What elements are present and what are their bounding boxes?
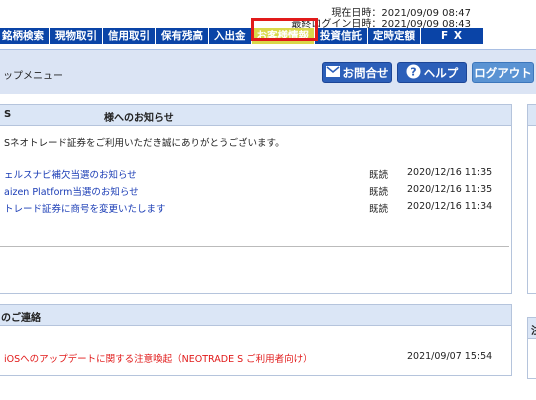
logout-button[interactable]: ログアウト (472, 62, 534, 83)
svg-text:?: ? (410, 65, 416, 78)
nav-margin-trading[interactable]: 信用取引 (103, 28, 156, 44)
nav-deposit-withdraw[interactable]: 入出金 (209, 28, 252, 44)
right-side-panel-lower: 注 (527, 317, 536, 379)
urgent-notices-panel: のご連絡 iOSへのアップデートに関する注意喚起（NEOTRADE S ご利用者… (0, 304, 512, 376)
right-panel-header (528, 105, 536, 126)
notice-link[interactable]: トレード証券に商号を変更いたします (4, 201, 166, 215)
notices-header-left: S (4, 109, 12, 120)
contact-button[interactable]: お問合せ (322, 62, 392, 83)
notice-date: 2020/12/16 11:35 (407, 167, 493, 178)
nav-holdings[interactable]: 保有残高 (156, 28, 209, 44)
notice-row: トレード証券に商号を変更いたします 既読 2020/12/16 11:34 (4, 201, 504, 215)
notice-read-status: 既読 (369, 204, 389, 215)
notice-link[interactable]: aizen Platform当選のお知らせ (4, 184, 139, 198)
urgent-panel-header: のご連絡 (0, 305, 511, 326)
notice-date: 2020/12/16 11:34 (407, 201, 493, 212)
right-side-panel (527, 104, 536, 294)
nav-stock-search[interactable]: 銘柄検索 (0, 28, 50, 44)
contact-label: お問合せ (342, 65, 389, 80)
urgent-header-title: のご連絡 (1, 313, 41, 324)
nav-fixed-amount[interactable]: 定時定額 (368, 28, 421, 44)
help-label: ヘルプ (423, 65, 459, 80)
notices-panel-header: S 様へのお知らせ (0, 105, 511, 126)
nav-cash-trading[interactable]: 現物取引 (50, 28, 103, 44)
notice-read-status: 既読 (369, 187, 389, 198)
page-title: ップメニュー (3, 71, 63, 82)
urgent-date: 2021/09/07 15:54 (407, 351, 493, 362)
notice-row: aizen Platform当選のお知らせ 既読 2020/12/16 11:3… (4, 184, 504, 198)
question-icon: ? (406, 64, 421, 82)
greeting-text: Sネオトレード証券をご利用いただき誠にありがとうございます。 (4, 138, 285, 149)
notice-date: 2020/12/16 11:35 (407, 184, 493, 195)
notice-row: ェルスナビ補欠当選のお知らせ 既読 2020/12/16 11:35 (4, 167, 504, 181)
nav-investment-trust[interactable]: 投資信託 (315, 28, 368, 44)
help-button[interactable]: ? ヘルプ (397, 62, 467, 83)
sub-header-bar: ップメニュー お問合せ ? ヘルプ ログアウト (0, 49, 536, 94)
urgent-link[interactable]: iOSへのアップデートに関する注意喚起（NEOTRADE S ご利用者向け） (4, 351, 313, 365)
right-panel-label: 注 (531, 322, 536, 337)
mail-icon (325, 65, 340, 80)
notices-panel: S 様へのお知らせ Sネオトレード証券をご利用いただき誠にありがとうございます。… (0, 104, 512, 294)
selection-highlight (251, 18, 318, 41)
notice-read-status: 既読 (369, 170, 389, 181)
nav-fx[interactable]: F X (421, 28, 484, 44)
right-panel-lower-header: 注 (528, 318, 536, 339)
main-nav: 銘柄検索 現物取引 信用取引 保有残高 入出金 お客様情報 投資信託 定時定額 … (0, 28, 484, 44)
notices-header-title: 様へのお知らせ (104, 113, 174, 124)
panel-divider (0, 246, 509, 247)
notice-link[interactable]: ェルスナビ補欠当選のお知らせ (4, 167, 137, 181)
